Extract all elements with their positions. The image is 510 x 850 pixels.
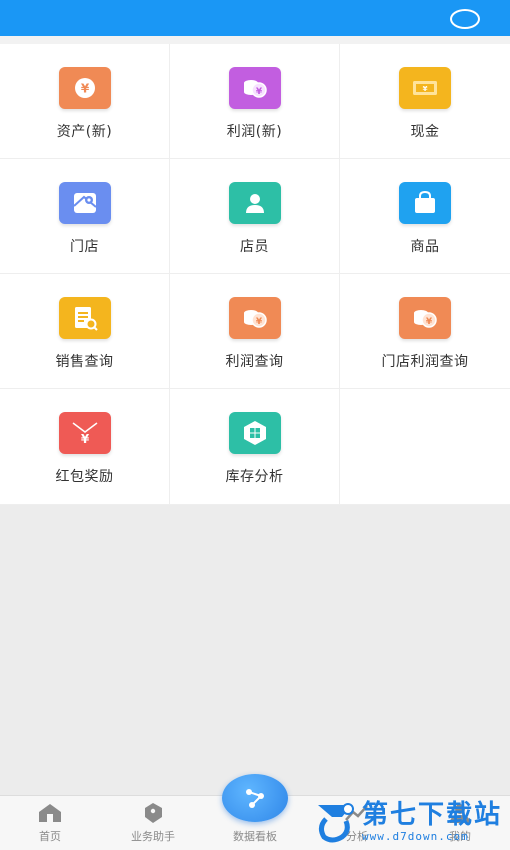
watermark-title: 第七下载站 [362, 799, 503, 830]
person-icon [228, 182, 281, 224]
grid-item-label: 库存分析 [225, 469, 284, 485]
top-app-bar [0, 0, 510, 36]
grid-item-label: 现金 [410, 124, 440, 140]
shopping-bag-icon [399, 182, 451, 224]
data-dashboard-button[interactable] [222, 774, 288, 822]
inventory-box-icon [228, 412, 281, 454]
cash-note-icon: ¥ [399, 67, 451, 109]
tag-icon [145, 803, 162, 823]
grid-item-label: 利润(新) [226, 124, 283, 140]
grid-item-label: 门店利润查询 [381, 354, 469, 370]
svg-text:¥: ¥ [255, 87, 262, 97]
nav-assistant[interactable]: 业务助手 [108, 802, 198, 844]
circle-menu-icon[interactable] [450, 9, 480, 29]
watermark-logo-icon [318, 803, 354, 843]
svg-text:¥: ¥ [426, 317, 433, 327]
yen-wallet-icon: ¥ [58, 67, 111, 109]
grid-item-red-envelope-reward[interactable]: ¥ 红包奖励 [0, 389, 170, 505]
grid-item-profit-query[interactable]: ¥ 利润查询 [170, 274, 340, 389]
grid-item-label: 红包奖励 [55, 469, 114, 485]
data-dashboard-icon [246, 789, 264, 808]
watermark: 第七下载站 www.d7down.com [312, 797, 508, 849]
grid-item-stores[interactable]: 门店 [0, 159, 170, 274]
function-grid: ¥ 资产(新) ¥ 利润(新) ¥ 现金 门店 店员 商品 销售查询 ¥ 利润查… [0, 44, 510, 505]
grid-item-label: 商品 [410, 239, 440, 255]
grid-item-cash[interactable]: ¥ 现金 [340, 44, 510, 159]
svg-text:¥: ¥ [80, 432, 89, 446]
svg-text:¥: ¥ [80, 82, 89, 96]
home-icon [39, 804, 61, 822]
grid-item-sales-query[interactable]: 销售查询 [0, 274, 170, 389]
coins-yen-icon: ¥ [399, 297, 451, 339]
grid-item-products[interactable]: 商品 [340, 159, 510, 274]
header-gap [0, 36, 510, 44]
coins-yen-icon: ¥ [228, 67, 281, 109]
grid-item-label: 销售查询 [55, 354, 114, 370]
nav-dashboard-label: 数据看板 [233, 830, 277, 843]
coins-yen-icon: ¥ [228, 297, 281, 339]
grid-item-assets[interactable]: ¥ 资产(新) [0, 44, 170, 159]
red-envelope-icon: ¥ [58, 412, 111, 454]
nav-assistant-label: 业务助手 [131, 830, 175, 843]
svg-text:¥: ¥ [423, 85, 428, 93]
grid-item-label: 利润查询 [225, 354, 284, 370]
map-pin-icon [58, 182, 111, 224]
grid-item-label: 资产(新) [56, 124, 113, 140]
grid-item-staff[interactable]: 店员 [170, 159, 340, 274]
grid-item-label: 店员 [240, 239, 269, 255]
nav-home-label: 首页 [39, 830, 61, 843]
grid-empty-cell [340, 389, 510, 505]
sales-search-icon [58, 297, 111, 339]
grid-item-label: 门店 [70, 239, 99, 255]
watermark-url: www.d7down.com [362, 829, 469, 843]
grid-item-profit[interactable]: ¥ 利润(新) [170, 44, 340, 159]
svg-text:¥: ¥ [255, 317, 262, 327]
grid-item-store-profit-query[interactable]: ¥ 门店利润查询 [340, 274, 510, 389]
grid-item-inventory-analysis[interactable]: 库存分析 [170, 389, 340, 505]
nav-home[interactable]: 首页 [5, 802, 95, 844]
